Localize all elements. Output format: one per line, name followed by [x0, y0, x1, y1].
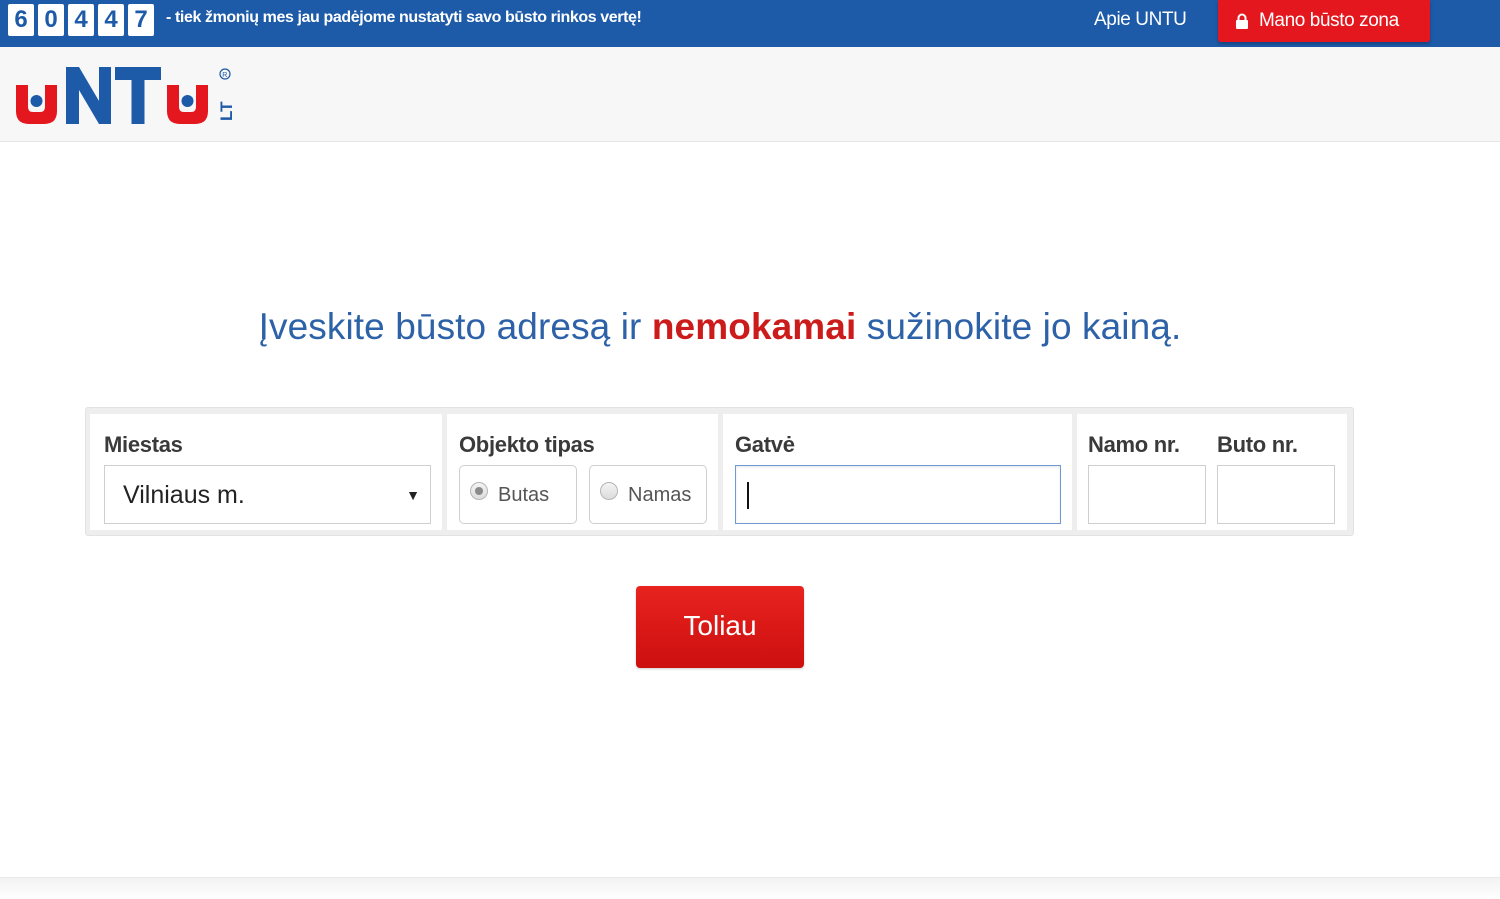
footer-divider [0, 877, 1500, 899]
lock-icon [1236, 13, 1248, 29]
counter-digit: 4 [98, 4, 124, 36]
radio-namas[interactable]: Namas [589, 465, 707, 524]
number-cell: Namo nr. Buto nr. [1077, 414, 1347, 530]
text-cursor [747, 482, 749, 509]
radio-selected-icon [470, 482, 488, 500]
about-link[interactable]: Apie UNTU [1094, 9, 1187, 31]
house-number-label: Namo nr. [1088, 432, 1180, 457]
users-counter: 6 0 4 4 7 [8, 4, 154, 36]
dropdown-arrow-icon: ▼ [406, 487, 420, 503]
radio-butas[interactable]: Butas [459, 465, 577, 524]
counter-digit: 7 [128, 4, 154, 36]
city-select[interactable]: Vilniaus m. ▼ [104, 465, 431, 524]
site-header: LT R [0, 47, 1500, 142]
counter-digit: 0 [38, 4, 64, 36]
counter-digit: 4 [68, 4, 94, 36]
radio-unselected-icon [600, 482, 618, 500]
city-value: Vilniaus m. [123, 481, 245, 509]
street-cell: Gatvė [723, 414, 1072, 530]
headline-prefix: Įveskite būsto adresą ir [258, 306, 652, 347]
my-zone-button[interactable]: Mano būsto zona [1218, 0, 1430, 42]
counter-digit: 6 [8, 4, 34, 36]
next-button[interactable]: Toliau [636, 586, 804, 668]
address-form: Miestas Vilniaus m. ▼ Objekto tipas Buta… [85, 407, 1354, 536]
city-label: Miestas [104, 432, 183, 457]
logo-suffix: LT [217, 101, 236, 121]
street-label: Gatvė [735, 432, 795, 457]
headline-suffix: sužinokite jo kainą. [856, 306, 1182, 347]
flat-number-label: Buto nr. [1217, 432, 1298, 457]
svg-text:R: R [222, 72, 227, 79]
radio-namas-label: Namas [628, 484, 692, 506]
counter-caption: - tiek žmonių mes jau padėjome nustatyti… [166, 9, 642, 26]
city-cell: Miestas Vilniaus m. ▼ [90, 414, 442, 530]
headline-emphasis: nemokamai [651, 306, 857, 347]
flat-number-input[interactable] [1217, 465, 1335, 524]
street-input[interactable] [735, 465, 1061, 524]
top-bar: 6 0 4 4 7 - tiek žmonių mes jau padėjome… [0, 0, 1500, 47]
house-number-input[interactable] [1088, 465, 1206, 524]
my-zone-label: Mano būsto zona [1259, 10, 1399, 31]
page-headline: Įveskite būsto adresą ir nemokamai sužin… [0, 306, 1440, 348]
untu-logo[interactable]: LT R [14, 63, 244, 127]
radio-butas-label: Butas [498, 484, 550, 506]
object-type-label: Objekto tipas [459, 432, 595, 457]
object-type-cell: Objekto tipas Butas Namas [447, 414, 718, 530]
